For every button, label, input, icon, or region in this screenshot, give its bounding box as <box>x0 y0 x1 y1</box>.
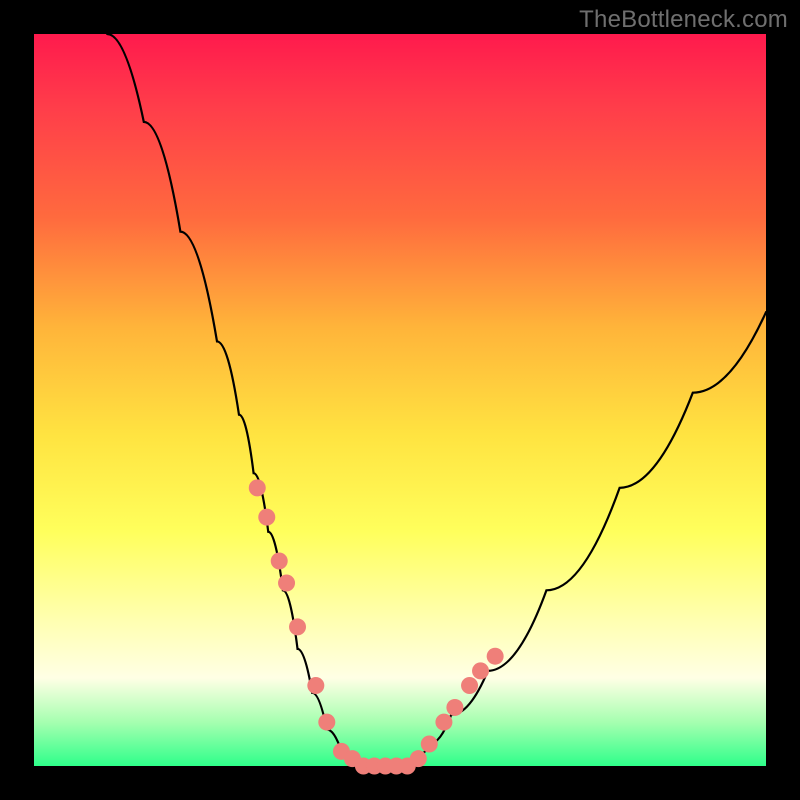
marker-dot <box>289 618 306 635</box>
marker-dot <box>410 750 427 767</box>
marker-dot <box>487 648 504 665</box>
bottleneck-curve <box>107 34 766 766</box>
marker-dot <box>461 677 478 694</box>
curve-layer <box>34 34 766 766</box>
plot-area <box>34 34 766 766</box>
marker-dot <box>258 509 275 526</box>
marker-dot <box>435 714 452 731</box>
marker-dot <box>318 714 335 731</box>
marker-dot <box>446 699 463 716</box>
marker-dot <box>472 662 489 679</box>
marker-dot <box>271 553 288 570</box>
marker-dots <box>249 479 504 774</box>
marker-dot <box>249 479 266 496</box>
marker-dot <box>278 575 295 592</box>
marker-dot <box>421 736 438 753</box>
chart-frame: TheBottleneck.com <box>0 0 800 800</box>
watermark-label: TheBottleneck.com <box>579 6 788 34</box>
marker-dot <box>307 677 324 694</box>
